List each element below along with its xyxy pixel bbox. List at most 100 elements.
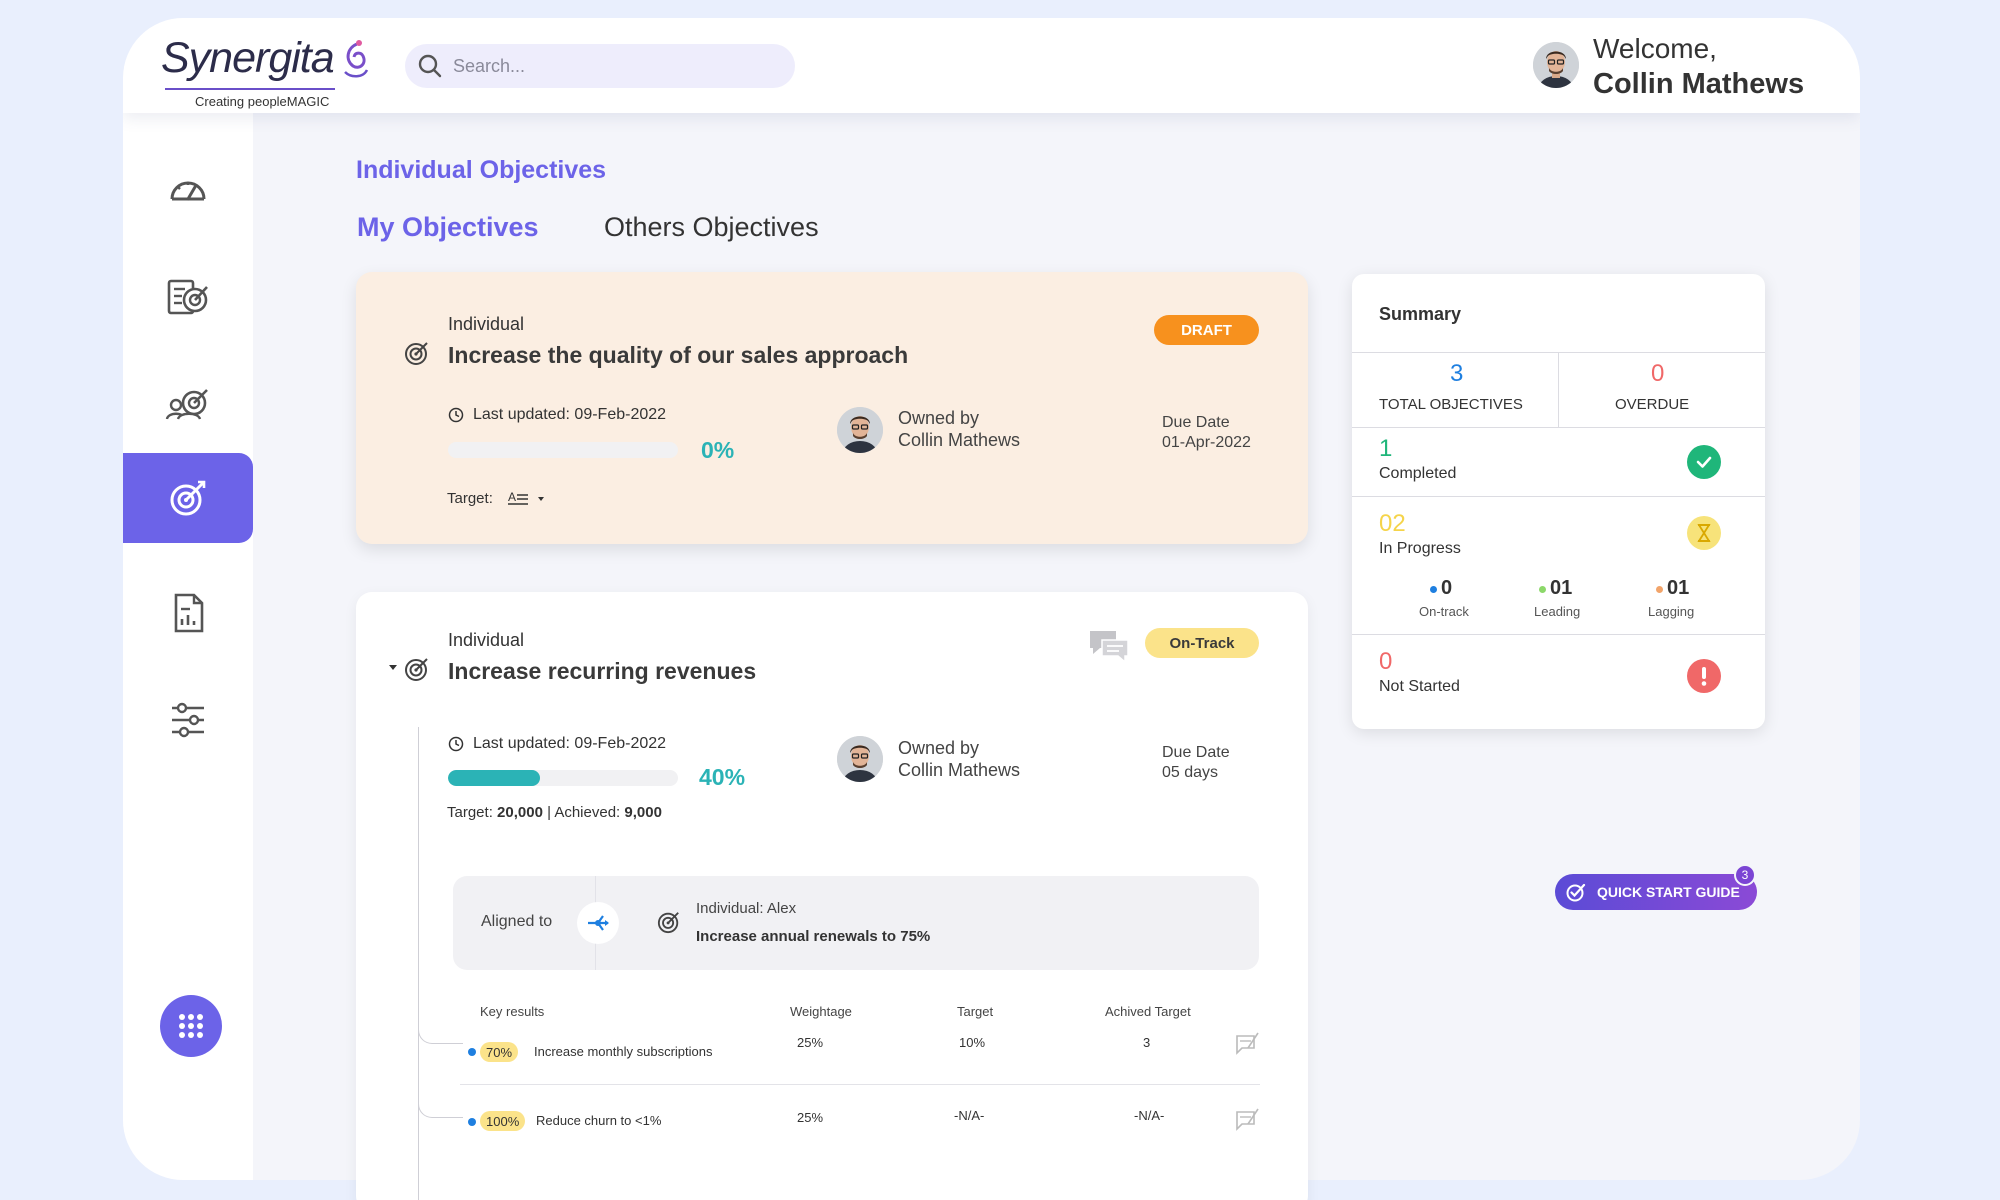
nav-dashboard[interactable] [123,146,253,236]
reports-icon [174,593,204,633]
overdue-count[interactable]: 0 [1651,360,1664,388]
summary-title: Summary [1379,304,1462,324]
on-track-count[interactable]: 0 [1441,577,1452,600]
summary-divider [1352,427,1765,428]
progress-bar [448,442,678,458]
kr-name[interactable]: Increase monthly subscriptions [534,1044,712,1059]
kr-comment-icon[interactable] [1234,1030,1260,1056]
kr-comment-icon[interactable] [1234,1106,1260,1132]
tree-connector [418,1082,463,1118]
objective-card-draft[interactable]: Individual Increase the quality of our s… [356,272,1308,544]
nav-team-goals[interactable] [123,358,253,448]
in-progress-count[interactable]: 02 [1379,510,1406,538]
kr-header-name: Key results [480,1004,545,1019]
overdue-label: OVERDUE [1615,396,1690,413]
summary-divider [1558,352,1559,427]
objective-title[interactable]: Increase the quality of our sales approa… [448,342,908,369]
leading-dot [1539,586,1546,593]
total-objectives-count[interactable]: 3 [1450,360,1463,388]
kr-weightage: 25% [797,1035,824,1050]
kr-achieved: -N/A- [1134,1108,1165,1123]
progress-bar [448,770,678,786]
search-bar[interactable] [405,44,795,88]
progress-percent: 40% [699,764,746,790]
svg-text:A: A [508,490,516,504]
kr-progress: 70% [486,1044,513,1060]
top-bar: Synergita Creating peopleMAGIC Search...… [123,18,1860,113]
lagging-label: Lagging [1648,604,1695,619]
tab-others-objectives[interactable]: Others Objectives [604,212,819,243]
target-achieved: Target: 20,000 | Achieved: 9,000 [447,804,662,821]
due-date-label: Due Date [1162,414,1230,431]
objective-title[interactable]: Increase recurring revenues [448,658,756,685]
brand-logo[interactable]: Synergita Creating peopleMAGIC [161,34,371,109]
brand-underline [165,88,335,90]
not-started-count[interactable]: 0 [1379,648,1392,676]
hourglass-icon [1697,524,1711,542]
leading-count[interactable]: 01 [1550,577,1572,600]
target-value: 20,000 [497,804,543,821]
objective-target-icon [405,658,428,681]
aligned-to-panel[interactable]: Aligned to Individual: Alex Increase ann… [453,876,1259,970]
caret-down-icon[interactable] [388,663,398,671]
owner-label: Owned by [898,738,980,758]
on-track-label: On-track [1419,604,1469,619]
due-date-value: 05 days [1162,764,1219,781]
nav-reports[interactable] [123,568,253,658]
completed-count[interactable]: 1 [1379,435,1392,463]
check-icon [1696,456,1712,468]
lagging-count[interactable]: 01 [1667,577,1689,600]
owner-name: Collin Mathews [898,760,1021,780]
completed-label: Completed [1379,465,1457,482]
owner-avatar-image [837,736,883,782]
last-updated: Last updated: 09-Feb-2022 [473,406,667,423]
target-label: Target: [447,490,493,507]
alignment-link-button[interactable] [577,902,619,944]
objective-type: Individual [448,314,525,334]
kr-weightage: 25% [797,1110,824,1125]
status-badge: DRAFT [1154,315,1259,345]
kr-progress: 100% [486,1113,520,1129]
status-badge-label: On-Track [1169,634,1235,652]
brand-tagline: Creating peopleMAGIC [195,94,330,109]
objective-card-ontrack[interactable]: Individual Increase recurring revenues O… [356,592,1308,1200]
brand-name: Synergita [161,34,335,82]
page-title: Individual Objectives [356,156,607,184]
progress-percent: 0% [701,437,735,463]
not-started-status [1687,659,1721,693]
not-started-label: Not Started [1379,678,1460,695]
goals-checklist-icon [167,279,208,315]
dashboard-icon [170,181,206,201]
target-format-icon[interactable]: A [508,489,552,509]
clock-icon [448,407,464,423]
on-track-dot [1430,586,1437,593]
total-objectives-label: TOTAL OBJECTIVES [1379,396,1523,413]
kr-achieved: 3 [1143,1035,1151,1050]
nav-goals[interactable] [123,252,253,342]
in-progress-label: In Progress [1379,540,1461,557]
last-updated: Last updated: 09-Feb-2022 [473,735,667,752]
user-avatar-image [1533,42,1579,88]
brand-swirl-icon [344,40,369,78]
aligned-objective-title[interactable]: Increase annual renewals to 75% [696,928,930,945]
sidebar [123,113,253,1180]
progress-bar-fill [448,770,540,786]
summary-panel: Summary 3 TOTAL OBJECTIVES 0 OVERDUE 1 C… [1352,274,1765,729]
apps-button[interactable] [160,995,222,1057]
chevron-down-icon [538,497,544,501]
quick-start-guide-button[interactable]: QUICK START GUIDE [1555,874,1757,910]
apps-grid-icon [179,1014,203,1038]
achieved-value: 9,000 [624,804,662,821]
comments-icon[interactable] [1088,628,1130,664]
tree-connector [418,1008,463,1044]
nav-settings[interactable] [123,675,253,765]
achieved-prefix: | Achieved: [547,804,621,821]
tab-my-objectives[interactable]: My Objectives [357,212,539,243]
status-badge: On-Track [1145,628,1259,658]
check-circle-icon [1566,883,1586,902]
search-input[interactable] [453,52,773,80]
kr-name[interactable]: Reduce churn to <1% [536,1113,661,1128]
user-avatar[interactable] [1533,42,1579,88]
nav-objectives[interactable] [123,453,253,543]
quick-start-count-badge: 3 [1734,864,1756,886]
